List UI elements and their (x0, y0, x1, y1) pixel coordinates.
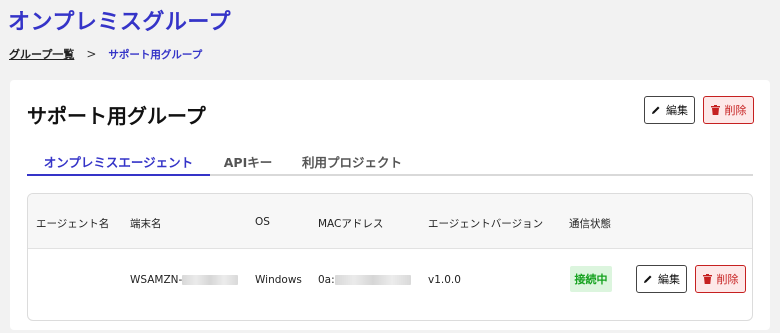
tab-projects[interactable]: 利用プロジェクト (295, 148, 409, 176)
hostname-cell: WSAMZN- (130, 274, 239, 286)
column-connection-status: 通信状態 (569, 218, 611, 230)
redacted-hostname (182, 275, 239, 285)
mac-prefix: 0a: (318, 274, 335, 286)
tab-bar: オンプレミスエージェント APIキー 利用プロジェクト (27, 148, 753, 176)
column-hostname: 端末名 (130, 218, 162, 230)
card-title: サポート用グループ (27, 104, 206, 128)
redacted-mac-address (334, 275, 411, 285)
tab-onpremise-agent[interactable]: オンプレミスエージェント (27, 148, 210, 176)
trash-icon (702, 274, 712, 284)
status-badge: 接続中 (570, 266, 612, 292)
edit-group-label: 編集 (666, 104, 688, 117)
delete-agent-button[interactable]: 削除 (695, 265, 746, 293)
breadcrumb: グループ一覧 > サポート用グループ (9, 46, 202, 62)
delete-group-button[interactable]: 削除 (703, 96, 754, 124)
column-agent-name: エージェント名 (36, 218, 110, 230)
pencil-icon (651, 105, 661, 115)
column-mac-address: MACアドレス (318, 218, 384, 230)
delete-group-label: 削除 (724, 104, 747, 117)
version-cell: v1.0.0 (428, 274, 461, 286)
tab-api-key[interactable]: APIキー (217, 148, 279, 176)
trash-icon (710, 105, 720, 115)
breadcrumb-separator: > (86, 47, 97, 61)
edit-agent-label: 編集 (658, 273, 680, 286)
delete-agent-label: 削除 (716, 273, 739, 286)
os-cell: Windows (255, 274, 302, 286)
page-title: オンプレミスグループ (8, 10, 232, 35)
column-os: OS (255, 216, 270, 228)
pencil-icon (643, 274, 653, 284)
hostname-prefix: WSAMZN- (130, 274, 183, 286)
mac-address-cell: 0a: (318, 274, 411, 286)
group-detail-card: サポート用グループ 編集 削除 オンプレミスエージェント APIキー 利用プロジ… (10, 80, 770, 330)
breadcrumb-group-list-link[interactable]: グループ一覧 (9, 46, 74, 62)
table-header: エージェント名 端末名 OS MACアドレス エージェントバージョン 通信状態 (28, 194, 752, 249)
column-agent-version: エージェントバージョン (428, 218, 544, 230)
edit-agent-button[interactable]: 編集 (636, 265, 687, 293)
edit-group-button[interactable]: 編集 (644, 96, 695, 124)
breadcrumb-current: サポート用グループ (108, 48, 203, 61)
agent-table: エージェント名 端末名 OS MACアドレス エージェントバージョン 通信状態 … (27, 193, 753, 321)
